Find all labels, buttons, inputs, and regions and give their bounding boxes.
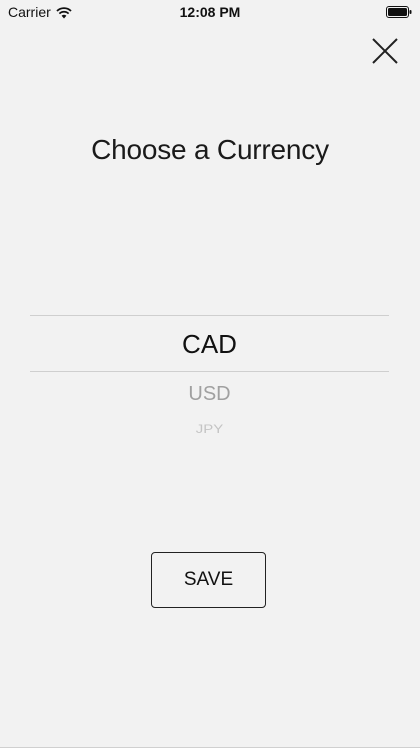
- battery-icon: [386, 5, 412, 18]
- picker-divider-bottom: [30, 371, 389, 372]
- picker-divider-top: [30, 315, 389, 316]
- close-button[interactable]: [366, 34, 404, 72]
- status-bar: Carrier 12:08 PM: [0, 0, 420, 24]
- currency-picker[interactable]: CAD USD JPY: [30, 300, 389, 460]
- picker-option-selected[interactable]: CAD: [30, 329, 389, 360]
- save-button[interactable]: SAVE: [151, 552, 266, 608]
- picker-option[interactable]: USD: [30, 383, 389, 406]
- close-icon: [372, 37, 398, 69]
- status-time: 12:08 PM: [179, 4, 241, 20]
- picker-option[interactable]: JPY: [30, 423, 389, 437]
- page-title: Choose a Currency: [91, 134, 329, 165]
